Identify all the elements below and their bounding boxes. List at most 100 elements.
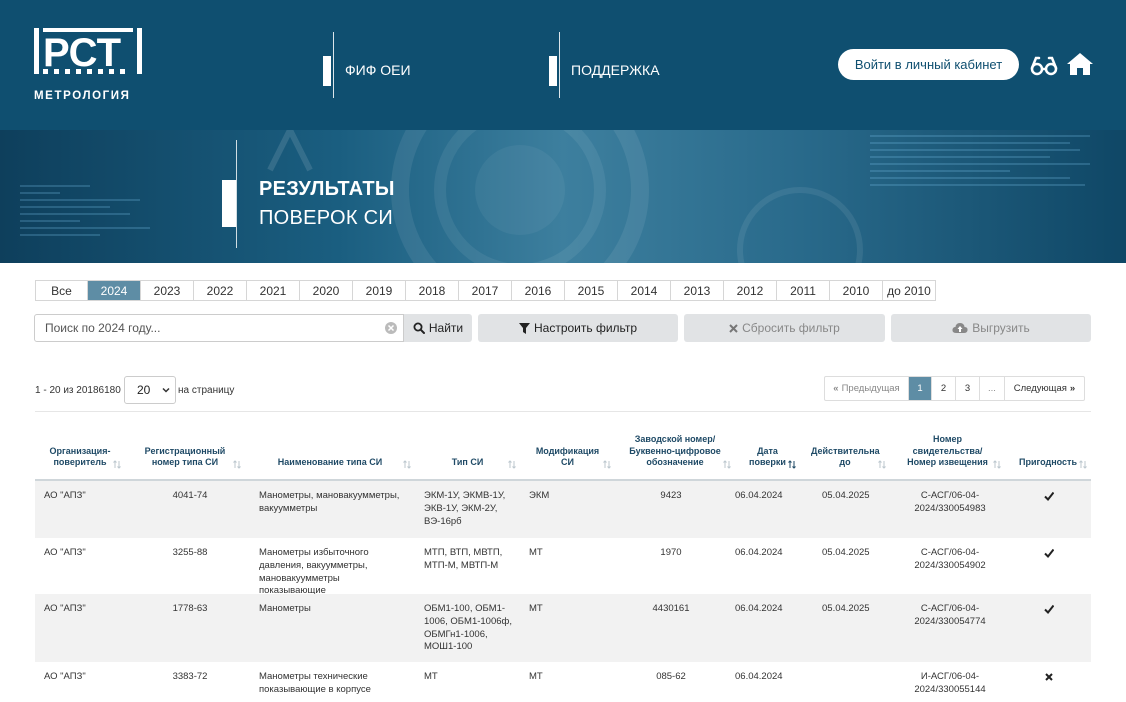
filter-icon — [518, 322, 530, 334]
cell-type: МТ — [424, 671, 438, 682]
next-page-label: Следующая — [1013, 383, 1067, 394]
page-title: РЕЗУЛЬТАТЫ — [259, 178, 395, 200]
column-header[interactable]: Организация-поверитель — [35, 419, 125, 479]
column-header[interactable]: Действительна до — [800, 419, 890, 479]
year-tabs: Все 2024 2023 2022 2021 2020 2019 2018 2017 2016 2… — [35, 280, 936, 301]
year-tab[interactable]: 2017 — [459, 281, 512, 300]
nav-label[interactable]: ПОДДЕРЖКА — [571, 62, 660, 78]
sort-desc-icon[interactable] — [788, 460, 796, 469]
sort-icon[interactable] — [403, 460, 411, 469]
cell-reg: 4041-74 — [172, 490, 208, 501]
page-button[interactable]: 2 — [932, 377, 956, 400]
year-tab[interactable]: 2019 — [353, 281, 406, 300]
year-tab[interactable]: Все — [36, 281, 88, 300]
close-icon — [729, 323, 738, 333]
logo-text: МЕТРОЛОГИЯ — [34, 90, 131, 102]
year-tab[interactable]: 2021 — [247, 281, 300, 300]
column-header[interactable]: Заводской номер/ Буквенно-цифровое обозн… — [615, 419, 735, 479]
table-row[interactable]: АО "АПЗ" 1778-63 Манометры ОБМ1-100, ОБМ1-1… — [35, 594, 1091, 662]
per-page-value: 20 — [137, 383, 151, 397]
cell-mod: МТ — [529, 547, 543, 558]
per-page-label: на страницу — [178, 385, 235, 396]
nav-label[interactable]: ФИФ ОЕИ — [345, 62, 411, 78]
column-header-label: Номер свидетельства/ Номер извещения — [907, 433, 988, 468]
cell-org: АО "АПЗ" — [44, 671, 86, 682]
column-header-label: Действительна до — [811, 445, 880, 468]
year-tab[interactable]: 2012 — [724, 281, 777, 300]
search-button-label: Найти — [428, 321, 464, 335]
next-page-button[interactable]: Следующая » — [1005, 377, 1084, 400]
column-header[interactable]: Пригодность — [1005, 419, 1091, 479]
cell-name: Манометры технические показывающие в кор… — [259, 671, 371, 695]
year-tab[interactable]: 2011 — [777, 281, 830, 300]
check-icon — [1044, 604, 1054, 614]
nav-divider — [559, 32, 560, 98]
per-page-select[interactable]: 20 — [124, 376, 176, 404]
search-button[interactable]: Найти — [404, 314, 472, 342]
column-header-label: Наименование типа СИ — [277, 457, 383, 468]
export-button[interactable]: Выгрузить — [891, 314, 1091, 342]
year-tab[interactable]: 2022 — [194, 281, 247, 300]
sort-icon[interactable] — [113, 460, 121, 469]
clear-search-icon[interactable] — [385, 322, 397, 334]
results-count: 1 - 20 из 20186180 — [35, 385, 121, 396]
column-header-label: Организация-поверитель — [49, 445, 111, 468]
login-button[interactable]: Войти в личный кабинет — [838, 49, 1019, 80]
svg-text:РСТ: РСТ — [43, 31, 121, 75]
year-tab[interactable]: 2015 — [565, 281, 618, 300]
column-header[interactable]: Номер свидетельства/ Номер извещения — [890, 419, 1005, 479]
cell-cert: С-АСГ/06-04-2024/330054902 — [914, 547, 986, 571]
column-header[interactable]: Тип СИ — [415, 419, 520, 479]
glasses-icon[interactable] — [1030, 54, 1058, 76]
sort-icon[interactable] — [603, 460, 611, 469]
cross-icon — [1045, 673, 1053, 681]
search-box — [34, 314, 404, 342]
cell-org: АО "АПЗ" — [44, 490, 86, 501]
table-row[interactable]: АО "АПЗ" 3255-88 Манометры избыточного дав… — [35, 538, 1091, 596]
column-header[interactable]: Наименование типа СИ — [245, 419, 415, 479]
sort-icon[interactable] — [1079, 460, 1087, 469]
sort-icon[interactable] — [233, 460, 241, 469]
sort-icon[interactable] — [508, 460, 516, 469]
nav-divider — [333, 32, 334, 98]
home-icon[interactable] — [1066, 52, 1094, 76]
page-button[interactable]: 3 — [956, 377, 980, 400]
table-row[interactable]: АО "АПЗ" 4041-74 Манометры, мановакуумметр… — [35, 481, 1091, 538]
year-tab[interactable]: 2024 — [88, 281, 141, 300]
prev-page-button[interactable]: « Предыдущая — [825, 377, 909, 400]
configure-filter-button[interactable]: Настроить фильтр — [478, 314, 678, 342]
banner-divider — [236, 140, 237, 248]
sort-icon[interactable] — [723, 460, 731, 469]
banner-background-image — [20, 130, 1090, 263]
page-button[interactable]: 1 — [909, 377, 932, 400]
year-tab[interactable]: 2020 — [300, 281, 353, 300]
check-icon — [1044, 491, 1054, 501]
search-icon — [413, 322, 425, 334]
cell-valid: 05.04.2025 — [822, 547, 870, 558]
column-header[interactable]: Модификация СИ — [520, 419, 615, 479]
column-header[interactable]: Регистрационный номер типа СИ — [125, 419, 245, 479]
cell-date: 06.04.2024 — [735, 603, 783, 614]
double-chevron-left-icon: « — [833, 383, 839, 394]
sort-icon[interactable] — [878, 460, 886, 469]
search-input[interactable] — [35, 315, 375, 341]
column-header[interactable]: Дата поверки — [735, 419, 800, 479]
cell-valid: 05.04.2025 — [822, 490, 870, 501]
sort-icon[interactable] — [993, 460, 1001, 469]
year-tab[interactable]: 2018 — [406, 281, 459, 300]
cell-serial: 1970 — [660, 547, 682, 558]
column-header-label: Модификация СИ — [535, 445, 600, 468]
year-tab[interactable]: 2023 — [141, 281, 194, 300]
column-header-label: Дата поверки — [749, 445, 786, 468]
year-tab[interactable]: 2013 — [671, 281, 724, 300]
column-header-label: Пригодность — [1019, 457, 1077, 468]
year-tab[interactable]: 2016 — [512, 281, 565, 300]
cell-org: АО "АПЗ" — [44, 547, 86, 558]
reset-filter-button[interactable]: Сбросить фильтр — [684, 314, 885, 342]
cell-name: Манометры, мановакуумметры, вакуумметры — [259, 490, 400, 514]
year-tab[interactable]: до 2010 — [883, 281, 935, 300]
cell-date: 06.04.2024 — [735, 547, 783, 558]
table-row[interactable]: АО "АПЗ" 3383-72 Манометры технические пок… — [35, 662, 1091, 702]
year-tab[interactable]: 2014 — [618, 281, 671, 300]
year-tab[interactable]: 2010 — [830, 281, 883, 300]
